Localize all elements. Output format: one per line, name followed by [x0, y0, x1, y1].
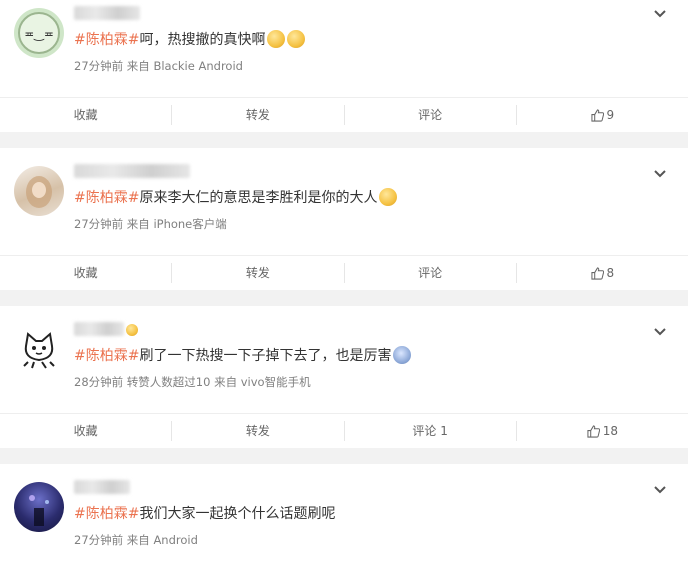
post-meta: 27分钟前 来自 Android — [74, 533, 198, 547]
comment-label: 评论 — [418, 108, 443, 122]
post-card: #陈柏霖#原来李大仁的意思是李胜利是你的大人 27分钟前 来自 iPhone客户… — [0, 148, 688, 290]
username-blurred[interactable] — [74, 164, 190, 178]
svg-text:≖‿≖: ≖‿≖ — [24, 27, 54, 41]
favorite-label: 收藏 — [73, 108, 98, 122]
like-button[interactable]: 18 — [515, 421, 688, 441]
topic-link[interactable]: #陈柏霖# — [74, 506, 139, 522]
post-text: #陈柏霖#我们大家一起换个什么话题刷呢 — [74, 504, 335, 524]
post-content: 刷了一下热搜一下子掉下去了，也是厉害 — [139, 348, 392, 364]
username-blurred[interactable] — [74, 6, 140, 20]
post-body: #陈柏霖#原来李大仁的意思是李胜利是你的大人 27分钟前 来自 iPhone客户… — [0, 148, 688, 256]
repost-button[interactable]: 转发 — [171, 421, 343, 441]
post-meta: 27分钟前 来自 Blackie⁠ Android — [74, 59, 243, 73]
like-count: 18 — [602, 424, 619, 438]
grin-emoji-icon — [379, 188, 398, 206]
post-text: #陈柏霖#呵，热搜撤的真快啊 — [74, 30, 306, 50]
comment-button[interactable]: 评论 — [343, 263, 516, 283]
crying-emoji-icon — [393, 346, 412, 364]
avatar[interactable] — [14, 324, 64, 374]
like-button[interactable]: 9 — [515, 105, 688, 125]
chevron-down-icon[interactable] — [652, 482, 668, 498]
post-card: #陈柏霖#刷了一下热搜一下子掉下去了，也是厉害 28分钟前 转赞人数超过10 来… — [0, 306, 688, 448]
vip-badge-icon — [126, 324, 138, 336]
comment-button[interactable]: 评论 1 — [343, 421, 516, 441]
avatar[interactable] — [14, 166, 64, 216]
post-text: #陈柏霖#原来李大仁的意思是李胜利是你的大人 — [74, 188, 398, 208]
username-blurred[interactable] — [74, 322, 124, 336]
favorite-button[interactable]: 收藏 — [0, 421, 171, 441]
grin-emoji-icon — [287, 30, 306, 48]
repost-button[interactable]: 转发 — [171, 263, 343, 283]
post-body: ≖‿≖ #陈柏霖#呵，热搜撤的真快啊 27分钟前 来自 Blackie⁠ And… — [0, 0, 688, 96]
repost-label: 转发 — [245, 266, 270, 280]
avatar[interactable] — [14, 482, 64, 532]
topic-link[interactable]: #陈柏霖# — [74, 32, 139, 48]
post-meta: 27分钟前 来自 iPhone客户端 — [74, 217, 227, 231]
favorite-button[interactable]: 收藏 — [0, 263, 171, 283]
repost-label: 转发 — [245, 108, 270, 122]
grin-emoji-icon — [267, 30, 286, 48]
favorite-label: 收藏 — [73, 424, 98, 438]
comment-label: 评论 — [418, 266, 443, 280]
post-content: 呵，热搜撤的真快啊 — [139, 32, 266, 48]
action-bar: 收藏 转发 评论 9 — [0, 97, 688, 132]
thumbs-up-icon — [590, 266, 604, 280]
like-count: 8 — [606, 266, 615, 280]
repost-button[interactable]: 转发 — [171, 105, 343, 125]
action-bar: 收藏 转发 评论 8 — [0, 255, 688, 290]
username-blurred[interactable] — [74, 480, 130, 494]
post-meta: 28分钟前 转赞人数超过10 来自 vivo智能手机 — [74, 375, 311, 389]
post-body: #陈柏霖#我们大家一起换个什么话题刷呢 27分钟前 来自 Android — [0, 464, 688, 574]
topic-link[interactable]: #陈柏霖# — [74, 190, 139, 206]
chevron-down-icon[interactable] — [652, 324, 668, 340]
like-count: 9 — [606, 108, 615, 122]
favorite-button[interactable]: 收藏 — [0, 105, 171, 125]
thumbs-up-icon — [587, 424, 600, 438]
comment-feed: ≖‿≖ #陈柏霖#呵，热搜撤的真快啊 27分钟前 来自 Blackie⁠ And… — [0, 0, 688, 574]
chevron-down-icon[interactable] — [652, 166, 668, 182]
post-card: #陈柏霖#我们大家一起换个什么话题刷呢 27分钟前 来自 Android — [0, 464, 688, 574]
chevron-down-icon[interactable] — [652, 6, 668, 22]
comment-button[interactable]: 评论 — [343, 105, 516, 125]
post-content: 我们大家一起换个什么话题刷呢 — [139, 506, 336, 522]
thumbs-up-icon — [590, 108, 604, 122]
post-card: ≖‿≖ #陈柏霖#呵，热搜撤的真快啊 27分钟前 来自 Blackie⁠ And… — [0, 0, 688, 132]
repost-label: 转发 — [245, 424, 270, 438]
topic-link[interactable]: #陈柏霖# — [74, 348, 139, 364]
action-bar: 收藏 转发 评论 1 18 — [0, 413, 688, 448]
post-body: #陈柏霖#刷了一下热搜一下子掉下去了，也是厉害 28分钟前 转赞人数超过10 来… — [0, 306, 688, 414]
post-content: 原来李大仁的意思是李胜利是你的大人 — [139, 190, 378, 206]
like-button[interactable]: 8 — [515, 263, 688, 283]
favorite-label: 收藏 — [73, 266, 98, 280]
comment-label: 评论 1 — [412, 424, 448, 438]
avatar[interactable]: ≖‿≖ — [14, 8, 64, 58]
post-text: #陈柏霖#刷了一下热搜一下子掉下去了，也是厉害 — [74, 346, 412, 366]
